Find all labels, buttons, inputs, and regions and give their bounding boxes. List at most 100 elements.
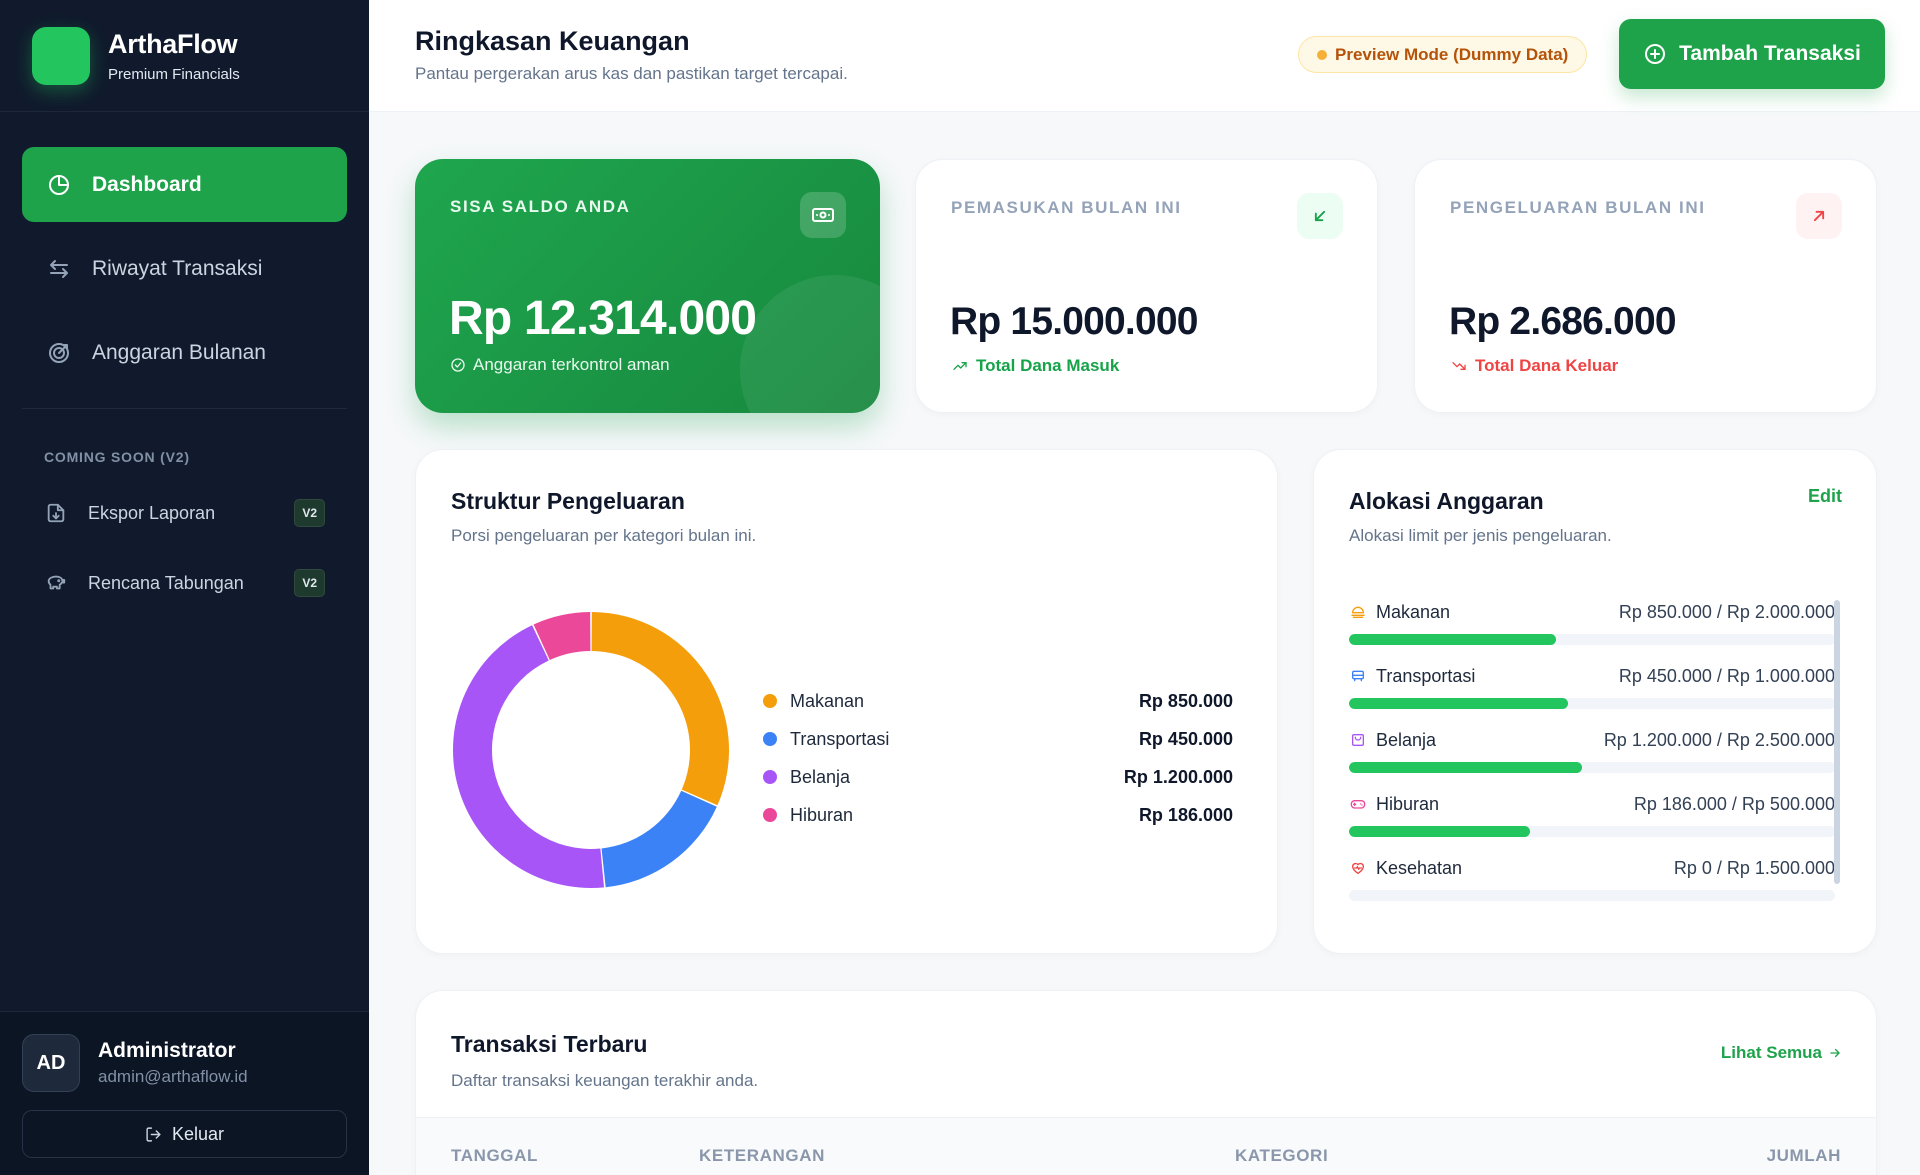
- legend-swatch: [763, 732, 777, 746]
- gamepad-icon: [1349, 795, 1367, 813]
- section-title: Struktur Pengeluaran: [451, 488, 685, 514]
- stat-note-text: Total Dana Masuk: [976, 356, 1120, 375]
- user-profile: AD Administrator admin@arthaflow.id Kelu…: [0, 1011, 369, 1175]
- sidebar-item-dashboard[interactable]: Dashboard: [22, 147, 347, 222]
- sidebar-item-label: Ekspor Laporan: [88, 502, 216, 523]
- budget-amount: Rp 0 / Rp 1.500.000: [1673, 857, 1835, 878]
- donut-slice-makanan[interactable]: [591, 612, 729, 806]
- page-subtitle: Pantau pergerakan arus kas dan pastikan …: [415, 64, 848, 83]
- column-header-tanggal: TANGGAL: [451, 1146, 538, 1165]
- preview-mode-badge: Preview Mode (Dummy Data): [1298, 36, 1588, 73]
- legend-swatch: [763, 694, 777, 708]
- check-circle-icon: [450, 357, 466, 373]
- budget-item: Makanan Rp 850.000 / Rp 2.000.000: [1349, 600, 1835, 664]
- legend-item: Hiburan Rp 186.000: [763, 796, 1233, 834]
- budget-name: Transportasi: [1376, 665, 1476, 686]
- budget-progress-fill: [1349, 634, 1556, 645]
- column-header-keterangan: KETERANGAN: [699, 1146, 825, 1165]
- stat-note: Total Dana Masuk: [951, 356, 1119, 376]
- sidebar-item-label: Anggaran Bulanan: [92, 340, 266, 364]
- nav-divider: [22, 408, 347, 409]
- profile-email: admin@arthaflow.id: [98, 1067, 248, 1086]
- budget-list-scrollbar[interactable]: [1834, 600, 1840, 884]
- recent-transactions-card: Transaksi Terbaru Daftar transaksi keuan…: [415, 990, 1877, 1175]
- balance-card: SISA SALDO ANDA Rp 12.314.000 Anggaran t…: [415, 159, 880, 413]
- budget-name: Belanja: [1376, 729, 1437, 750]
- stat-note: Anggaran terkontrol aman: [450, 355, 670, 375]
- logout-button[interactable]: Keluar: [22, 1110, 347, 1158]
- stat-label: PEMASUKAN BULAN INI: [951, 198, 1182, 217]
- legend-label: Belanja: [790, 766, 851, 787]
- stat-note-text: Anggaran terkontrol aman: [473, 355, 670, 374]
- avatar: AD: [22, 1034, 80, 1092]
- shopping-bag-icon: [1349, 731, 1367, 749]
- sidebar-item-label: Riwayat Transaksi: [92, 256, 263, 280]
- food-icon: [1349, 603, 1367, 621]
- trending-up-icon: [951, 358, 969, 374]
- budget-item: Kesehatan Rp 0 / Rp 1.500.000: [1349, 856, 1835, 920]
- budget-item: Hiburan Rp 186.000 / Rp 500.000: [1349, 792, 1835, 856]
- page-title: Ringkasan Keuangan: [415, 26, 690, 56]
- expense-structure-card: Struktur Pengeluaran Porsi pengeluaran p…: [415, 449, 1278, 954]
- budget-amount: Rp 186.000 / Rp 500.000: [1633, 793, 1835, 814]
- sidebar-item-tabungan[interactable]: Rencana Tabungan V2: [22, 559, 347, 607]
- section-subtitle: Porsi pengeluaran per kategori bulan ini…: [451, 526, 757, 545]
- budget-progress-track: [1349, 634, 1835, 645]
- add-transaction-label: Tambah Transaksi: [1679, 42, 1861, 65]
- budget-progress-fill: [1349, 826, 1530, 837]
- budget-progress-track: [1349, 698, 1835, 709]
- add-transaction-button[interactable]: Tambah Transaksi: [1619, 19, 1885, 89]
- donut-slice-transportasi[interactable]: [601, 790, 717, 888]
- budget-item: Belanja Rp 1.200.000 / Rp 2.500.000: [1349, 728, 1835, 792]
- table-header: TANGGAL KETERANGAN KATEGORI JUMLAH: [416, 1117, 1876, 1175]
- section-title: Alokasi Anggaran: [1349, 488, 1544, 514]
- main-nav: Dashboard Riwayat Transaksi Anggaran Bul…: [0, 112, 369, 607]
- arrow-right-icon: [1828, 1046, 1842, 1060]
- budget-progress-track: [1349, 762, 1835, 773]
- section-subtitle: Alokasi limit per jenis pengeluaran.: [1349, 526, 1612, 545]
- decorative-circle: [740, 275, 880, 413]
- legend-item: Transportasi Rp 450.000: [763, 720, 1233, 758]
- arrow-down-left-icon: [1297, 193, 1343, 239]
- logout-icon: [145, 1126, 162, 1143]
- file-download-icon: [44, 501, 68, 525]
- section-title: Transaksi Terbaru: [451, 1031, 648, 1057]
- car-icon: [1349, 667, 1367, 685]
- stat-label: PENGELUARAN BULAN INI: [1450, 198, 1706, 217]
- stat-label: SISA SALDO ANDA: [450, 197, 631, 216]
- section-label-coming-soon: COMING SOON (V2): [44, 449, 190, 465]
- sidebar-item-riwayat[interactable]: Riwayat Transaksi: [22, 231, 347, 306]
- budget-progress-track: [1349, 890, 1835, 901]
- sidebar-item-label: Rencana Tabungan: [88, 572, 244, 593]
- legend-value: Rp 186.000: [1138, 804, 1233, 825]
- view-all-link[interactable]: Lihat Semua: [1721, 1043, 1842, 1063]
- plus-circle-icon: [1643, 42, 1667, 66]
- expense-value: Rp 2.686.000: [1449, 300, 1677, 343]
- budget-list: Makanan Rp 850.000 / Rp 2.000.000 Transp…: [1349, 600, 1835, 920]
- legend-swatch: [763, 808, 777, 822]
- trending-down-icon: [1450, 358, 1468, 374]
- stat-note: Total Dana Keluar: [1450, 356, 1618, 376]
- sidebar-item-label: Dashboard: [92, 172, 202, 196]
- legend-item: Makanan Rp 850.000: [763, 682, 1233, 720]
- chart-legend: Makanan Rp 850.000 Transportasi Rp 450.0…: [763, 682, 1233, 834]
- legend-value: Rp 450.000: [1138, 728, 1233, 749]
- column-header-kategori: KATEGORI: [1235, 1146, 1329, 1165]
- profile-name: Administrator: [98, 1039, 236, 1062]
- budget-amount: Rp 1.200.000 / Rp 2.500.000: [1603, 729, 1835, 750]
- sidebar-item-ekspor[interactable]: Ekspor Laporan V2: [22, 489, 347, 537]
- income-value: Rp 15.000.000: [950, 300, 1198, 343]
- legend-label: Transportasi: [790, 728, 890, 749]
- brand: ArthaFlow Premium Financials: [0, 0, 369, 112]
- sidebar-item-anggaran[interactable]: Anggaran Bulanan: [22, 315, 347, 390]
- pie-chart-icon: [46, 172, 72, 198]
- legend-label: Makanan: [790, 690, 865, 711]
- version-badge: V2: [294, 569, 325, 597]
- budget-amount: Rp 450.000 / Rp 1.000.000: [1618, 665, 1835, 686]
- donut-slice-belanja[interactable]: [452, 625, 605, 888]
- budget-progress-fill: [1349, 762, 1583, 773]
- donut-chart: [452, 612, 729, 888]
- view-all-label: Lihat Semua: [1720, 1043, 1822, 1062]
- edit-budget-link[interactable]: Edit: [1808, 486, 1842, 507]
- budget-name: Hiburan: [1376, 793, 1440, 814]
